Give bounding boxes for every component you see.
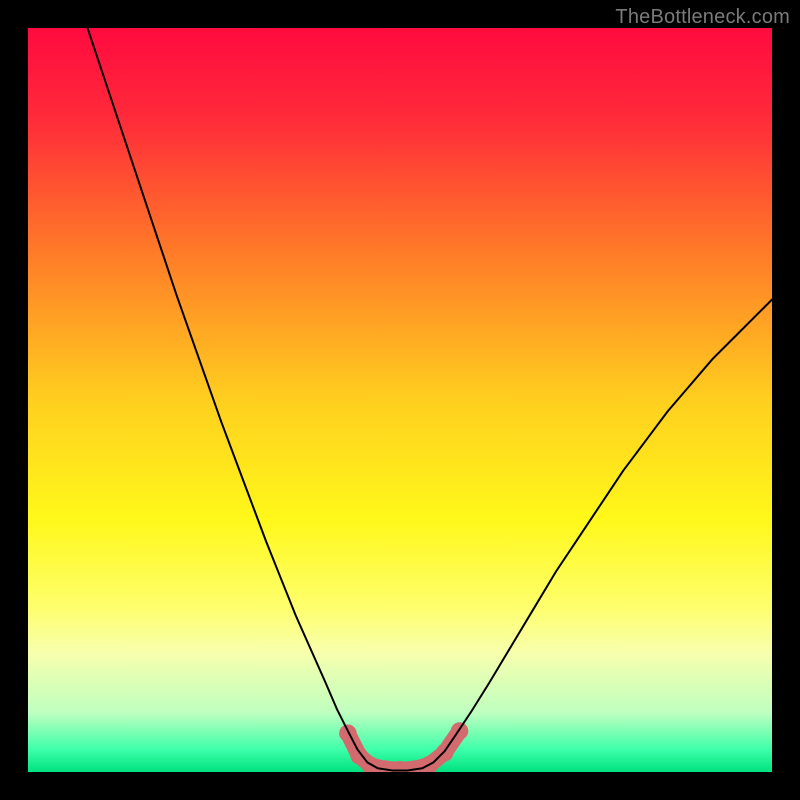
watermark-text: TheBottleneck.com [615, 6, 790, 29]
bottleneck-plot [28, 28, 772, 772]
plot-background [28, 28, 772, 772]
series-highlight-band-marker [436, 744, 454, 762]
series-highlight-band-marker [339, 725, 357, 743]
chart-frame: TheBottleneck.com [0, 0, 800, 800]
